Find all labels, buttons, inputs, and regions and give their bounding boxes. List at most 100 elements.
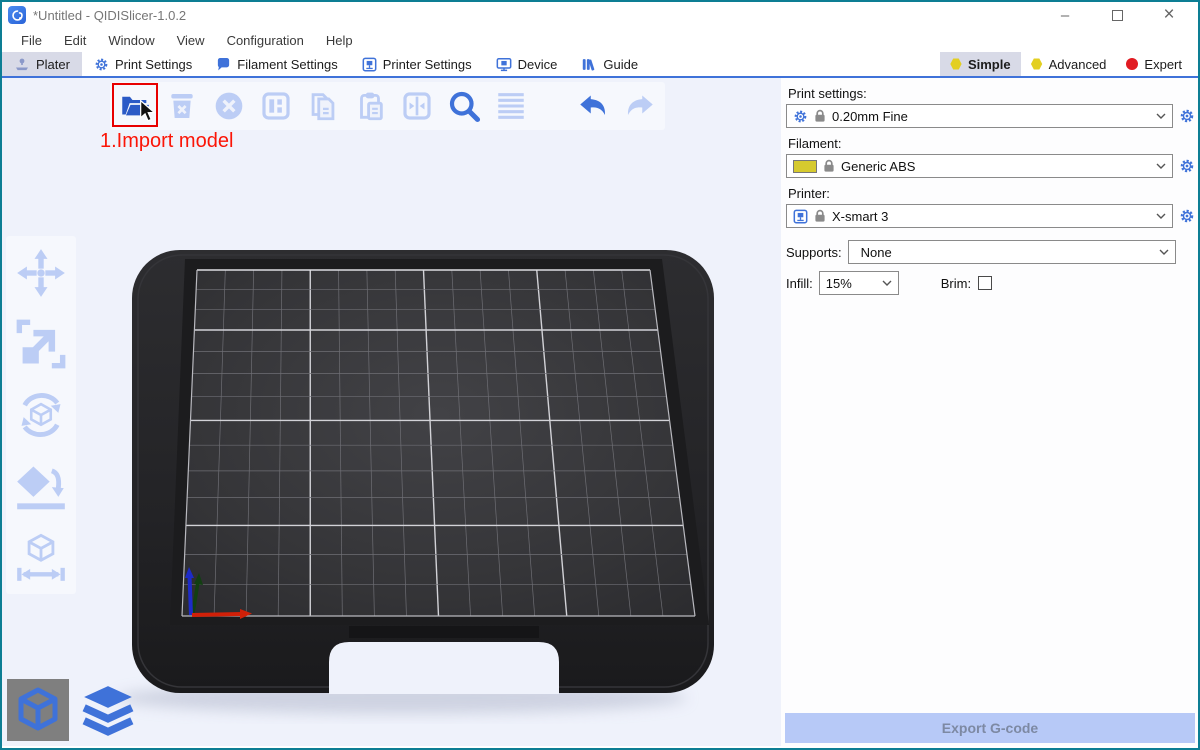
circle-x-icon bbox=[213, 90, 245, 122]
cube-3d-icon bbox=[14, 686, 62, 734]
tab-plater[interactable]: Plater bbox=[2, 52, 82, 76]
gear-icon bbox=[1179, 158, 1195, 174]
infill-value: 15% bbox=[826, 276, 876, 291]
mode-advanced[interactable]: Advanced bbox=[1021, 52, 1117, 76]
tab-device[interactable]: Device bbox=[484, 52, 570, 76]
undo-button[interactable] bbox=[574, 87, 612, 125]
undo-icon bbox=[575, 88, 611, 124]
viewport-toolbar bbox=[110, 82, 665, 130]
supports-combo[interactable]: None bbox=[848, 240, 1176, 264]
chevron-down-icon bbox=[1156, 113, 1166, 119]
place-on-face-button[interactable] bbox=[12, 457, 70, 515]
maximize-icon bbox=[1112, 10, 1123, 21]
print-settings-combo[interactable]: 0.20mm Fine bbox=[786, 104, 1173, 128]
red-circle-icon bbox=[1126, 58, 1138, 70]
filament-label: Filament: bbox=[788, 136, 1196, 151]
redo-button[interactable] bbox=[621, 87, 659, 125]
print-settings-label: Print settings: bbox=[788, 86, 1196, 101]
measure-button[interactable] bbox=[12, 528, 70, 586]
mode-simple[interactable]: Simple bbox=[940, 52, 1021, 76]
annotation-import-model: 1.Import model bbox=[100, 130, 233, 153]
copy-button[interactable] bbox=[304, 87, 342, 125]
filament-gear-button[interactable] bbox=[1178, 158, 1196, 174]
menu-file[interactable]: File bbox=[10, 28, 53, 52]
lock-icon bbox=[814, 209, 826, 223]
rotate-button[interactable] bbox=[12, 386, 70, 444]
menu-help[interactable]: Help bbox=[315, 28, 364, 52]
supports-value: None bbox=[855, 245, 1153, 260]
chevron-down-icon bbox=[1159, 249, 1169, 255]
infill-combo[interactable]: 15% bbox=[819, 271, 899, 295]
preview-layers-button[interactable] bbox=[77, 679, 139, 741]
arrange-button[interactable] bbox=[257, 87, 295, 125]
yellow-hexagon-icon bbox=[950, 58, 962, 70]
printer-icon bbox=[362, 57, 377, 72]
gear-icon bbox=[793, 109, 808, 124]
export-gcode-button[interactable]: Export G-code bbox=[785, 713, 1195, 743]
monitor-icon bbox=[496, 57, 512, 72]
3d-editor-view-button[interactable] bbox=[7, 679, 69, 741]
copy-icon bbox=[306, 89, 340, 123]
app-logo-icon bbox=[8, 6, 26, 24]
layers-stack-icon bbox=[82, 684, 134, 736]
chevron-down-icon bbox=[1156, 163, 1166, 169]
menu-configuration[interactable]: Configuration bbox=[216, 28, 315, 52]
delete-button[interactable] bbox=[163, 87, 201, 125]
mouse-cursor-icon bbox=[138, 100, 158, 122]
search-icon bbox=[446, 88, 482, 124]
place-on-face-icon bbox=[15, 460, 67, 512]
tab-print-settings[interactable]: Print Settings bbox=[82, 52, 204, 76]
print-settings-gear-button[interactable] bbox=[1178, 108, 1196, 124]
menu-window[interactable]: Window bbox=[97, 28, 165, 52]
books-icon bbox=[581, 57, 597, 72]
tab-guide[interactable]: Guide bbox=[569, 52, 650, 76]
filament-icon bbox=[216, 57, 231, 72]
title-bar: *Untitled - QIDISlicer-1.0.2 – × bbox=[2, 2, 1198, 28]
infill-label: Infill: bbox=[786, 276, 813, 291]
printer-gear-button[interactable] bbox=[1178, 208, 1196, 224]
mode-expert[interactable]: Expert bbox=[1116, 52, 1192, 76]
rotate-icon bbox=[15, 389, 67, 441]
trash-icon bbox=[166, 90, 198, 122]
print-bed bbox=[2, 78, 781, 746]
delete-all-button[interactable] bbox=[210, 87, 248, 125]
split-button[interactable] bbox=[398, 87, 436, 125]
menu-edit[interactable]: Edit bbox=[53, 28, 97, 52]
chevron-down-icon bbox=[882, 280, 892, 286]
scale-icon bbox=[15, 318, 67, 370]
redo-icon bbox=[622, 88, 658, 124]
supports-label: Supports: bbox=[786, 245, 842, 260]
scale-button[interactable] bbox=[12, 315, 70, 373]
search-button[interactable] bbox=[445, 87, 483, 125]
3d-viewport[interactable]: 1.Import model bbox=[2, 78, 781, 746]
gear-icon bbox=[94, 57, 109, 72]
paste-icon bbox=[353, 89, 387, 123]
printer-icon bbox=[793, 209, 808, 224]
filament-color-swatch bbox=[793, 160, 817, 173]
gear-icon bbox=[1179, 208, 1195, 224]
view-switcher bbox=[7, 679, 139, 741]
printer-combo[interactable]: X-smart 3 bbox=[786, 204, 1173, 228]
lock-icon bbox=[814, 109, 826, 123]
arrange-grid-icon bbox=[260, 90, 292, 122]
menu-view[interactable]: View bbox=[166, 28, 216, 52]
menu-bar: File Edit Window View Configuration Help bbox=[2, 28, 1198, 52]
tab-printer-settings[interactable]: Printer Settings bbox=[350, 52, 484, 76]
settings-panel: Print settings: 0.20mm Fine Filament: Ge… bbox=[781, 78, 1198, 746]
gizmo-toolbar bbox=[6, 236, 76, 594]
tab-filament-settings[interactable]: Filament Settings bbox=[204, 52, 349, 76]
paste-button[interactable] bbox=[351, 87, 389, 125]
layers-list-button[interactable] bbox=[492, 87, 530, 125]
maximize-button[interactable] bbox=[1104, 5, 1130, 25]
printer-label: Printer: bbox=[788, 186, 1196, 201]
mode-switcher: Simple Advanced Expert bbox=[940, 52, 1198, 76]
brim-checkbox[interactable] bbox=[978, 276, 992, 290]
window-title: *Untitled - QIDISlicer-1.0.2 bbox=[33, 8, 186, 23]
minimize-button[interactable]: – bbox=[1052, 5, 1078, 25]
filament-combo[interactable]: Generic ABS bbox=[786, 154, 1173, 178]
move-button[interactable] bbox=[12, 244, 70, 302]
print-settings-value: 0.20mm Fine bbox=[832, 109, 1150, 124]
gear-icon bbox=[1179, 108, 1195, 124]
move-icon bbox=[15, 247, 67, 299]
close-button[interactable]: × bbox=[1156, 5, 1182, 25]
